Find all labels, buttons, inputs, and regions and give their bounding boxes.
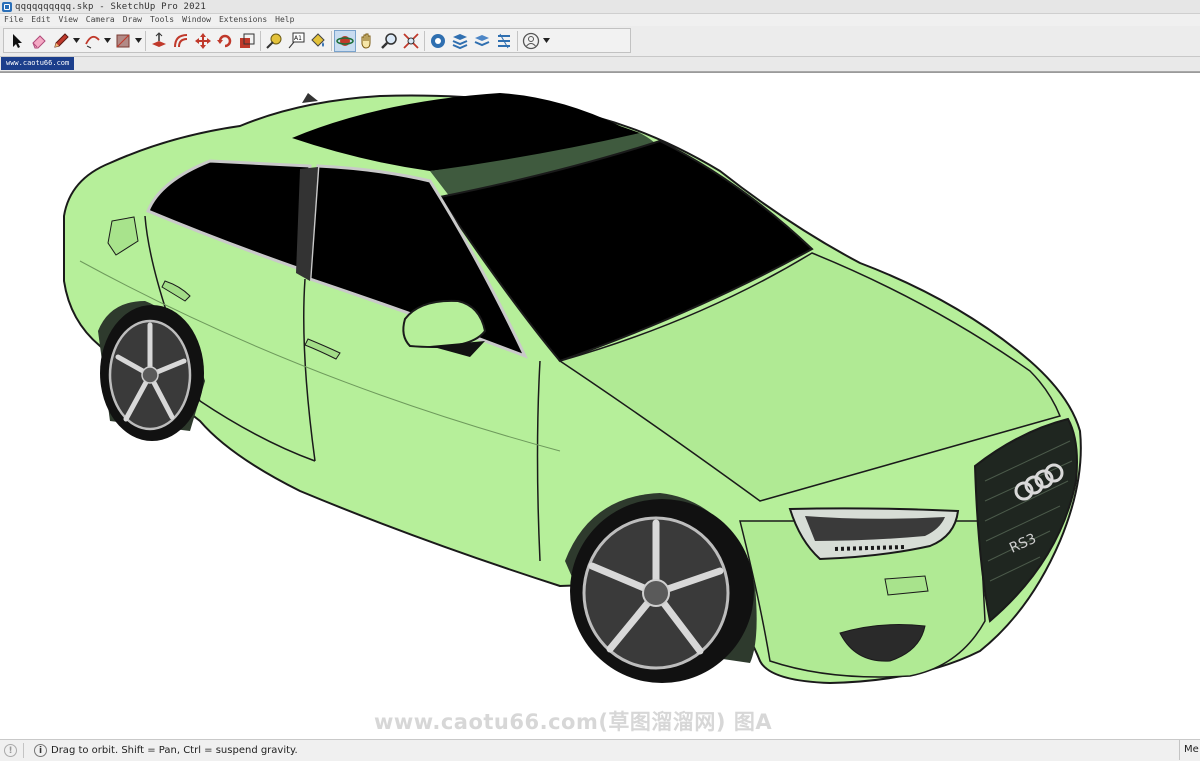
measurements-label: Me [1179, 740, 1200, 760]
select-tool-button[interactable] [6, 30, 28, 52]
offset-icon [174, 33, 188, 47]
watermark-text: www.caotu66.com(草图溜溜网) 图A [374, 710, 773, 734]
scene-tab[interactable]: www.caotu66.com [1, 57, 75, 70]
extension-warehouse-tool-button[interactable] [449, 30, 471, 52]
status-bar: ! i Drag to orbit. Shift = Pan, Ctrl = s… [0, 739, 1200, 761]
warehouse-tool-button[interactable] [427, 30, 449, 52]
extension-manager-icon [498, 33, 510, 48]
status-divider [23, 743, 24, 758]
toolbar-separator [260, 30, 261, 51]
move-tool-button[interactable] [192, 30, 214, 52]
modeling-viewport[interactable]: RS3 [0, 72, 1200, 739]
line-tool-dropdown[interactable] [72, 30, 81, 52]
rectangle-tool-dropdown[interactable] [134, 30, 143, 52]
extension-warehouse-icon [452, 33, 468, 49]
toolbar-separator [424, 30, 425, 51]
user-account-icon [522, 32, 540, 49]
orbit-tool-button[interactable] [334, 29, 356, 52]
menu-help[interactable]: Help [271, 14, 298, 26]
rear-wheel [100, 305, 204, 441]
title-bar: qqqqqqqqqq.skp - SketchUp Pro 2021 [0, 0, 1200, 14]
arc-tool-dropdown[interactable] [103, 30, 112, 52]
toolbar-separator [145, 30, 146, 51]
info-icon[interactable]: i [34, 744, 47, 757]
layout-tool-button[interactable] [471, 30, 493, 52]
text-tool-label: A1 [294, 35, 302, 42]
menu-tools[interactable]: Tools [146, 14, 178, 26]
zoom-tool-button[interactable] [378, 30, 400, 52]
rectangle-tool-button[interactable] [112, 30, 134, 52]
large-tool-set: A1 [3, 28, 631, 53]
eraser-icon [32, 34, 46, 48]
roof-antenna [302, 93, 318, 103]
extension-manager-tool-button[interactable] [493, 30, 515, 52]
push-pull-tool-button[interactable] [148, 30, 170, 52]
chevron-down-icon [104, 38, 111, 43]
toolbar-separator [517, 30, 518, 51]
hand-icon [361, 33, 371, 49]
tape-measure-tool-button[interactable] [263, 30, 285, 52]
chevron-down-icon [135, 38, 142, 43]
arc-tool-button[interactable] [81, 30, 103, 52]
zoom-extents-tool-button[interactable] [400, 30, 422, 52]
orbit-icon [336, 35, 354, 46]
toolbar: A1 [0, 26, 1200, 57]
menu-draw[interactable]: Draw [119, 14, 146, 26]
paint-bucket-icon [311, 32, 325, 47]
offset-tool-button[interactable] [170, 30, 192, 52]
layout-icon [474, 34, 490, 46]
menu-file[interactable]: File [0, 14, 27, 26]
move-icon [195, 32, 211, 49]
sketchup-app-icon [2, 1, 12, 12]
toolbar-separator [331, 30, 332, 51]
text-tool-button[interactable]: A1 [285, 30, 307, 52]
pencil-icon [54, 32, 69, 48]
menu-window[interactable]: Window [178, 14, 215, 26]
eraser-tool-button[interactable] [28, 30, 50, 52]
account-tool-button[interactable] [520, 30, 542, 52]
scene-tab-bar: www.caotu66.com [0, 57, 1200, 72]
menu-view[interactable]: View [55, 14, 82, 26]
rotate-tool-button[interactable] [214, 30, 236, 52]
line-tool-button[interactable] [50, 30, 72, 52]
chevron-down-icon [73, 38, 80, 43]
arrow-cursor-icon [13, 33, 22, 48]
chevron-down-icon [543, 38, 550, 43]
paint-bucket-tool-button[interactable] [307, 30, 329, 52]
3d-warehouse-icon [431, 33, 445, 48]
scale-icon [240, 33, 255, 48]
scale-tool-button[interactable] [236, 30, 258, 52]
account-dropdown[interactable] [542, 30, 551, 52]
rotate-icon [217, 34, 232, 47]
menu-extensions[interactable]: Extensions [215, 14, 271, 26]
front-wheel [570, 499, 754, 683]
pan-tool-button[interactable] [356, 30, 378, 52]
arc-icon [85, 35, 100, 48]
rectangle-icon [116, 34, 130, 47]
menu-edit[interactable]: Edit [27, 14, 54, 26]
status-hint: Drag to orbit. Shift = Pan, Ctrl = suspe… [51, 745, 298, 756]
car-model: RS3 [63, 93, 1082, 685]
window-title: qqqqqqqqqq.skp - SketchUp Pro 2021 [15, 1, 207, 12]
push-pull-icon [152, 31, 166, 47]
geolocation-icon[interactable]: ! [4, 744, 17, 757]
zoom-icon [381, 32, 397, 49]
menu-camera[interactable]: Camera [82, 14, 119, 26]
menu-bar: File Edit View Camera Draw Tools Window … [0, 14, 1200, 26]
tape-measure-icon [266, 33, 282, 49]
zoom-extents-icon [403, 32, 419, 49]
text-icon: A1 [288, 32, 305, 48]
